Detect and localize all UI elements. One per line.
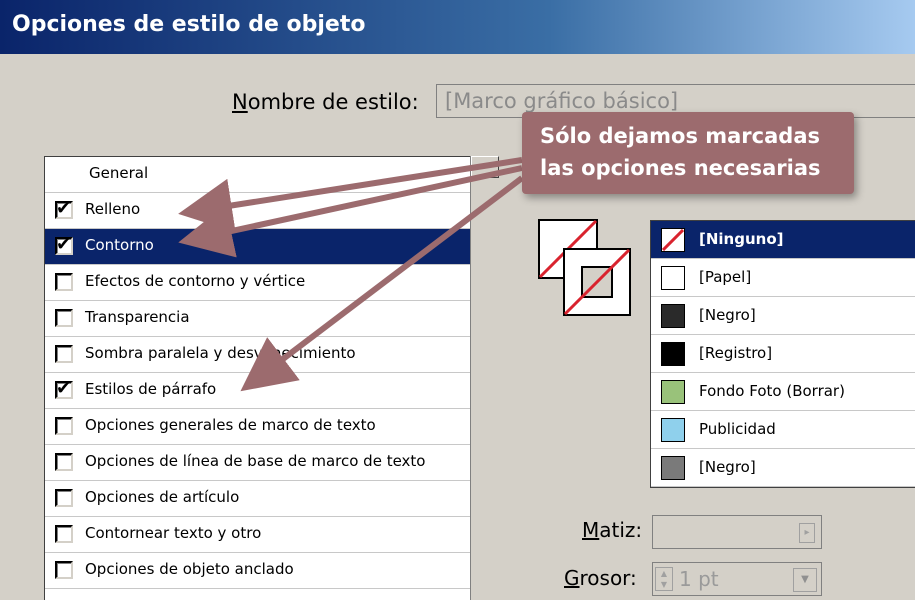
- callout-line-1: Sólo dejamos marcadas: [540, 124, 820, 148]
- arrow-to-estilos-parrafo: [240, 175, 524, 392]
- annotation-callout: Sólo dejamos marcadas las opciones neces…: [522, 112, 854, 194]
- callout-line-2: las opciones necesarias: [540, 156, 821, 180]
- annotation-arrows: [178, 157, 524, 392]
